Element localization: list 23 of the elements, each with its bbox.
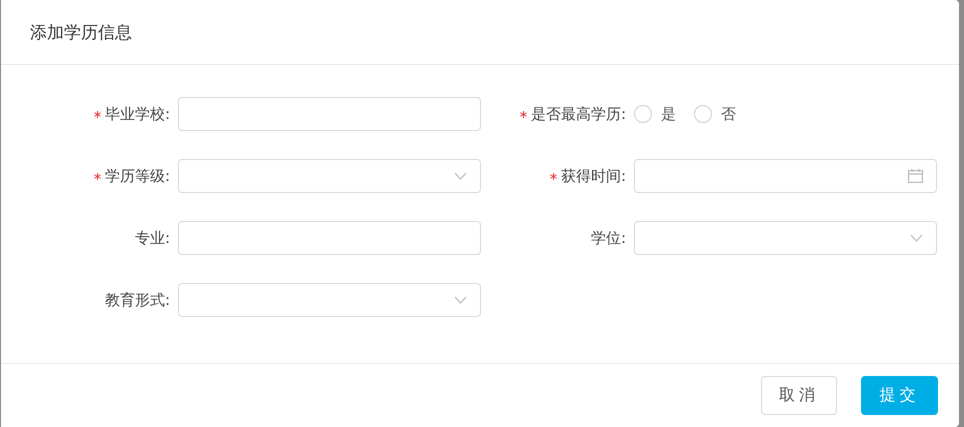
radio-label: 否 xyxy=(721,104,736,124)
select-field[interactable] xyxy=(634,221,937,255)
date-field[interactable] xyxy=(634,159,937,193)
cancel-button[interactable]: 取消 xyxy=(761,376,837,415)
dialog-title: 添加学历信息 xyxy=(30,22,132,44)
field-label: 学历等级: xyxy=(104,166,170,186)
chevron-down-icon xyxy=(910,234,923,242)
field-label: 获得时间: xyxy=(560,166,626,186)
field-label: 毕业学校: xyxy=(104,104,170,124)
radio-button[interactable] xyxy=(694,105,712,123)
calendar-icon xyxy=(908,169,923,183)
chevron-down-icon xyxy=(454,172,467,180)
field-label: 教育形式: xyxy=(104,290,170,310)
field-label: 是否最高学历: xyxy=(530,104,626,124)
chevron-down-icon xyxy=(454,296,467,304)
text-field[interactable] xyxy=(178,97,481,131)
radio-label: 是 xyxy=(661,104,676,124)
text-field[interactable] xyxy=(178,221,481,255)
field-label: 专业: xyxy=(134,228,170,248)
select-field[interactable] xyxy=(178,159,481,193)
select-field[interactable] xyxy=(178,283,481,317)
field-label: 学位: xyxy=(590,228,626,248)
radio-button[interactable] xyxy=(634,105,652,123)
